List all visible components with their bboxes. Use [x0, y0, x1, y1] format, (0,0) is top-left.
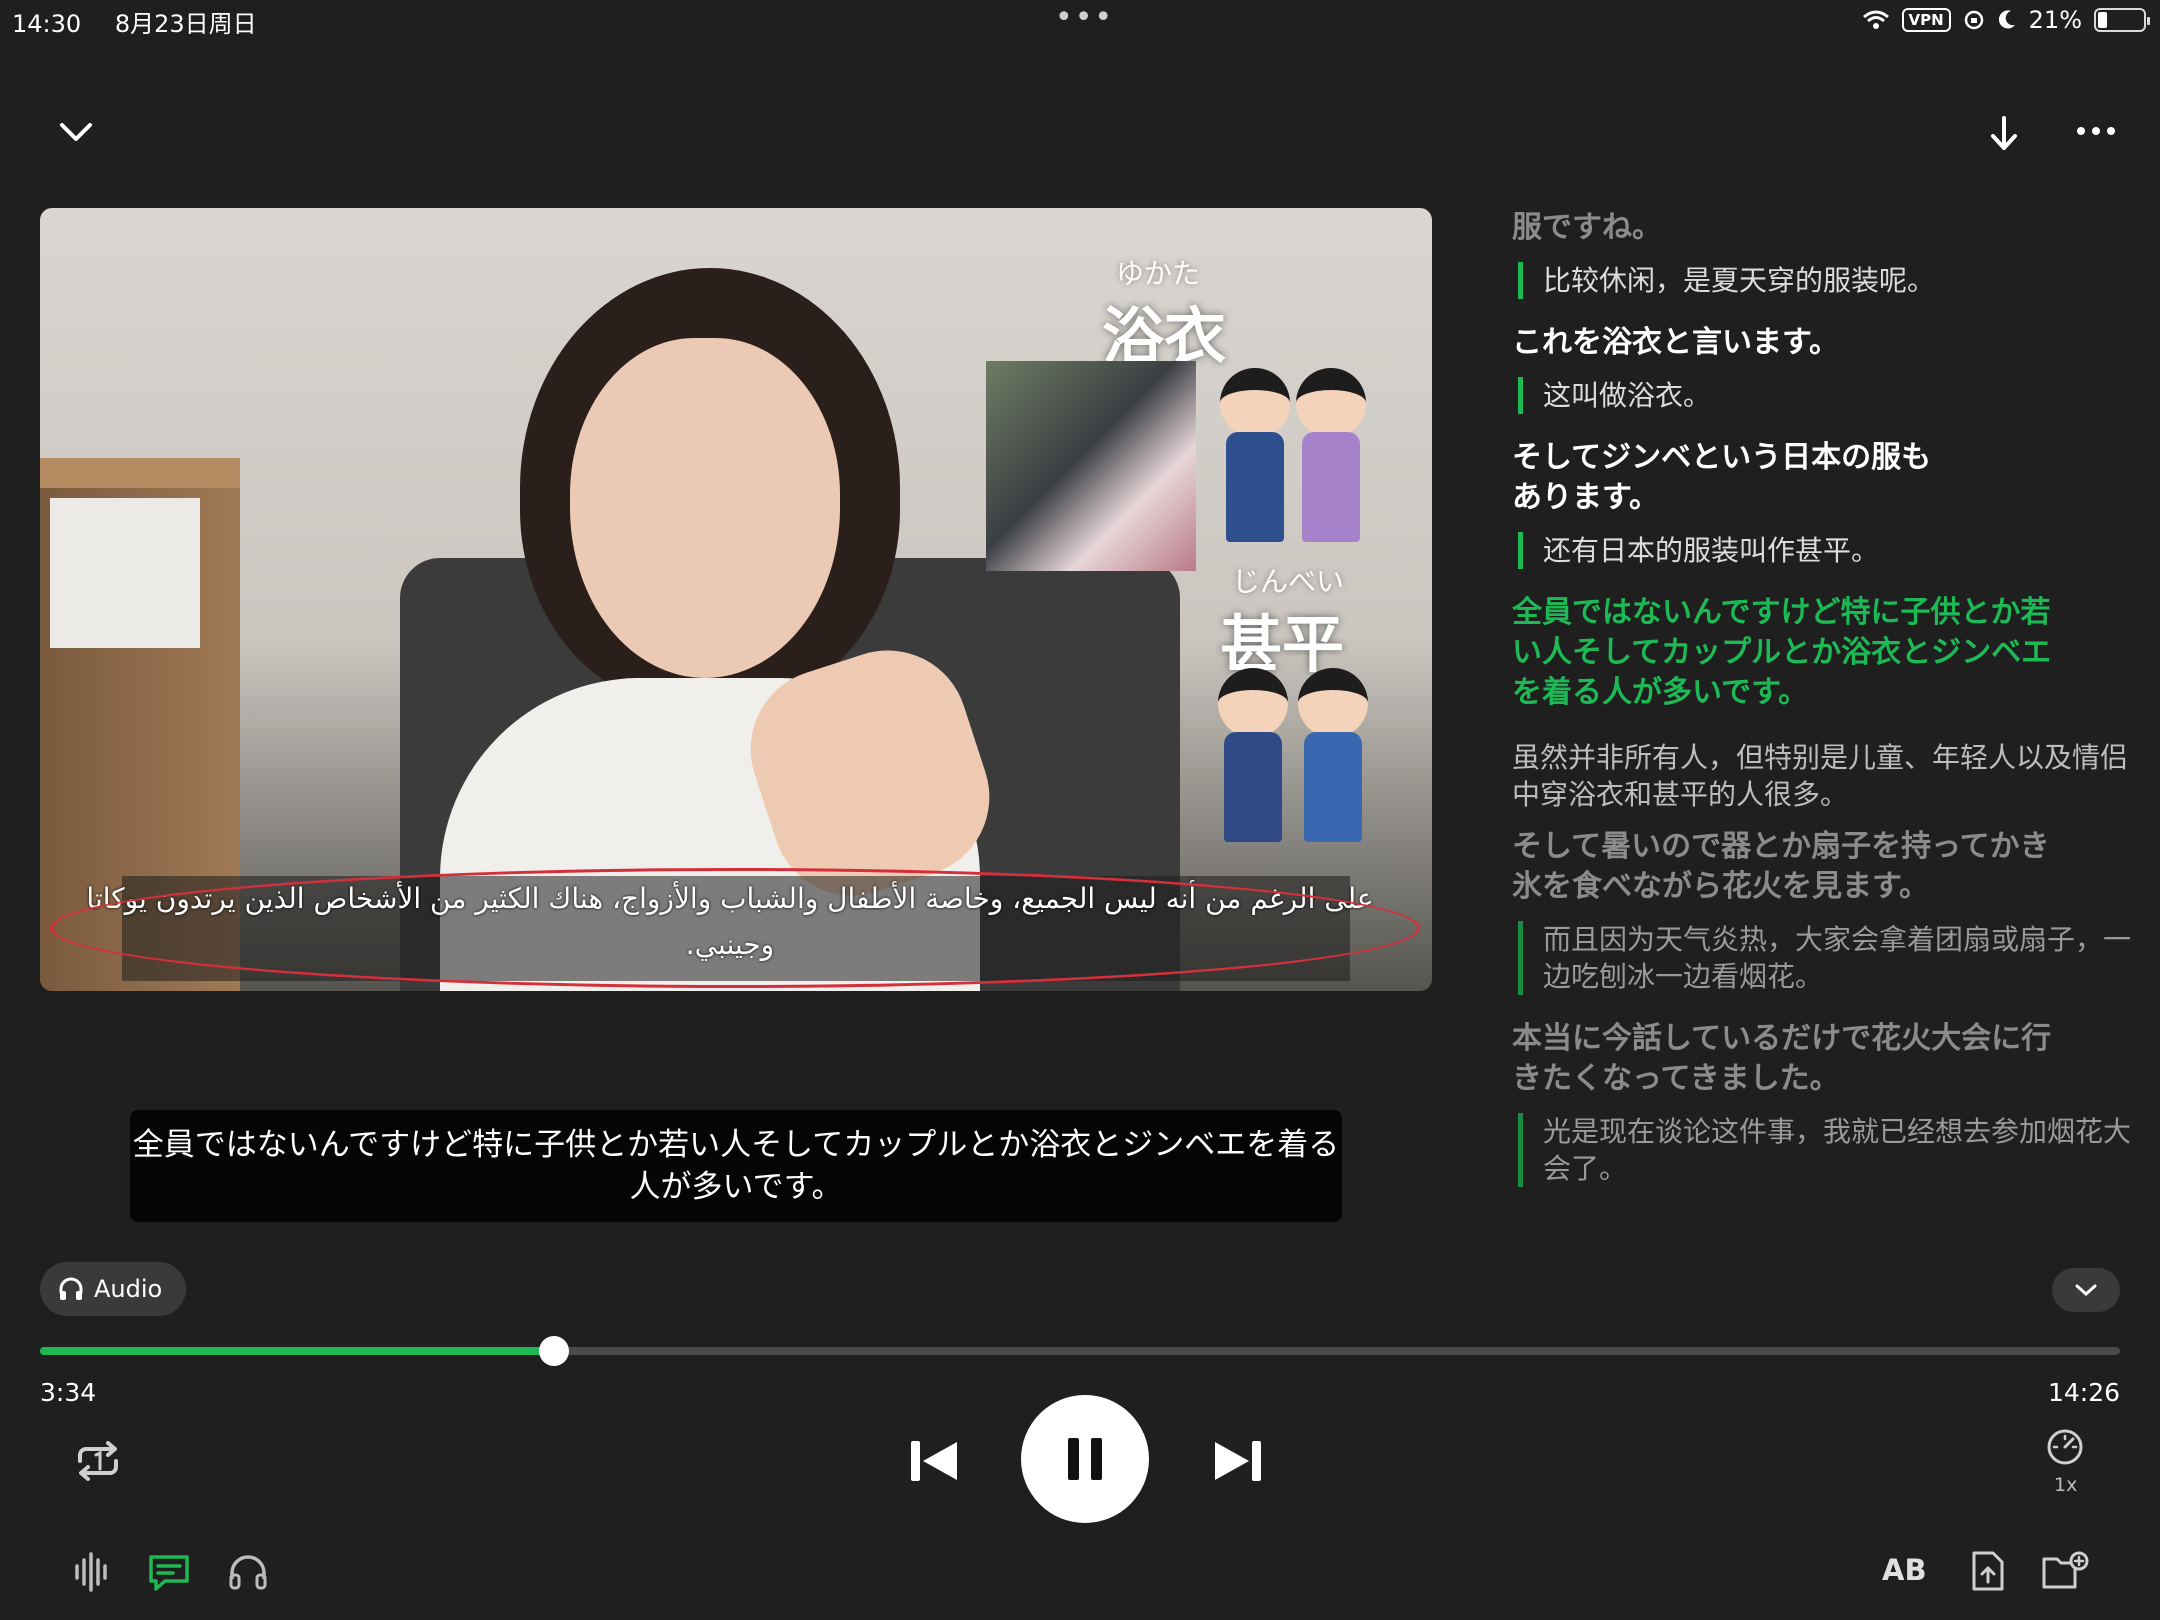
- transcript-cn-line: 而且因为天气炎热，大家会拿着团扇或扇子，一边吃刨冰一边看烟花。: [1518, 921, 2132, 995]
- multitask-dots[interactable]: •••: [1055, 0, 1114, 35]
- shelf-top-graphic: [40, 458, 240, 488]
- next-button[interactable]: [1210, 1436, 1266, 1486]
- transcript-toggle-button[interactable]: [146, 1552, 192, 1594]
- add-to-folder-button[interactable]: [2040, 1550, 2090, 1592]
- collapse-button[interactable]: [50, 112, 102, 152]
- speedometer-icon: [2047, 1429, 2083, 1465]
- download-button[interactable]: [1984, 112, 2024, 156]
- progress-fill: [40, 1347, 554, 1355]
- download-icon: [1991, 116, 2017, 150]
- transcript-jp-line[interactable]: 服ですね。: [1512, 208, 2132, 248]
- yukata-photo: [986, 361, 1196, 571]
- pause-icon: [1068, 1438, 1102, 1480]
- presenter-face-graphic: [570, 338, 840, 678]
- skip-previous-icon: [911, 1441, 957, 1481]
- headphones-icon: [229, 1555, 267, 1590]
- moon-icon: [1998, 10, 2015, 29]
- speed-label: 1x: [2054, 1474, 2078, 1496]
- status-time: 14:30: [12, 10, 82, 38]
- shelf-compartment-graphic: [50, 498, 200, 648]
- transcript-cn-line: 这叫做浴衣。: [1518, 377, 2132, 414]
- pause-button[interactable]: [1021, 1395, 1149, 1523]
- wifi-icon: [1862, 10, 1889, 29]
- transcript-panel[interactable]: 服ですね。 比较休闲，是夏天穿的服装呢。 これを浴衣と言います。 这叫做浴衣。 …: [1512, 208, 2132, 1308]
- chevron-down-icon: [2075, 1284, 2097, 1297]
- transcript-fade: [1500, 1240, 2140, 1310]
- folder-add-icon: [2042, 1551, 2089, 1589]
- battery-fill: [2098, 12, 2108, 28]
- red-annotation-ellipse: [50, 868, 1420, 988]
- speed-button[interactable]: [2044, 1426, 2086, 1468]
- transcript-cn-line: 光是现在谈论这件事，我就已经想去参加烟花大会了。: [1518, 1113, 2132, 1187]
- chevron-down-icon: [60, 123, 92, 141]
- transcript-cn-line-active: 虽然并非所有人，但特别是儿童、年轻人以及情侣中穿浴衣和甚平的人很多。: [1512, 741, 2129, 811]
- ab-repeat-button[interactable]: AB: [1882, 1553, 1927, 1587]
- status-right: VPN 21%: [1862, 6, 2150, 34]
- transcript-cn-line: 比较休闲，是夏天穿的服装呢。: [1518, 262, 2132, 299]
- more-icon: [2077, 127, 2115, 135]
- transcript-cn-line: 还有日本的服装叫作甚平。: [1518, 532, 2132, 569]
- battery-icon: [2094, 8, 2150, 32]
- audio-mode-label: Audio: [94, 1275, 163, 1303]
- scroll-down-button[interactable]: [2052, 1268, 2120, 1312]
- progress-bar[interactable]: [40, 1336, 2120, 1366]
- waveform-icon: [75, 1552, 107, 1592]
- subtitle-chat-icon: [149, 1555, 189, 1591]
- skip-next-icon: [1215, 1441, 1261, 1481]
- progress-knob[interactable]: [538, 1336, 569, 1366]
- document-upload-icon: [1972, 1551, 2004, 1591]
- status-bar: 14:30 8月23日周日 ••• VPN 21%: [0, 0, 2160, 44]
- transcript-jp-line[interactable]: 本当に今話しているだけで花火大会に行きたくなってきました。: [1512, 1019, 2072, 1099]
- repeat-icon: [78, 1441, 118, 1481]
- more-button[interactable]: [2074, 116, 2118, 146]
- audio-mode-button[interactable]: Audio: [40, 1262, 186, 1316]
- listen-button[interactable]: [226, 1550, 270, 1594]
- rotation-lock-icon: [1964, 10, 1983, 30]
- video-player[interactable]: ゆかた 浴衣 じんべい 甚平 على الرغم من أنه ليس الجم…: [40, 208, 1432, 991]
- export-button[interactable]: [1968, 1548, 2008, 1594]
- vpn-badge: VPN: [1901, 8, 1951, 32]
- status-left: 14:30 8月23日周日: [12, 4, 283, 39]
- transcript-jp-line-active[interactable]: 全員ではないんですけど特に子供とか若い人そしてカップルとか浴衣とジンベエを着る人…: [1512, 593, 2072, 713]
- elapsed-time: 3:34: [40, 1378, 97, 1407]
- repeat-button[interactable]: [72, 1438, 124, 1484]
- total-time: 14:26: [2048, 1378, 2121, 1407]
- previous-button[interactable]: [906, 1436, 962, 1486]
- transcript-jp-line[interactable]: これを浴衣と言います。: [1512, 323, 2132, 363]
- headphones-icon: [59, 1277, 83, 1300]
- caption-box: 全員ではないんですけど特に子供とか若い人そしてカップルとか浴衣とジンベエを着る人…: [130, 1110, 1342, 1222]
- status-date: 8月23日周日: [114, 10, 257, 38]
- waveform-button[interactable]: [72, 1550, 112, 1594]
- transcript-jp-line[interactable]: そしてジンベという日本の服もあります。: [1512, 438, 1932, 518]
- battery-percent: 21%: [2028, 6, 2082, 34]
- transcript-jp-line[interactable]: そして暑いので器とか扇子を持ってかき氷を食べながら花火を見ます。: [1512, 827, 2072, 907]
